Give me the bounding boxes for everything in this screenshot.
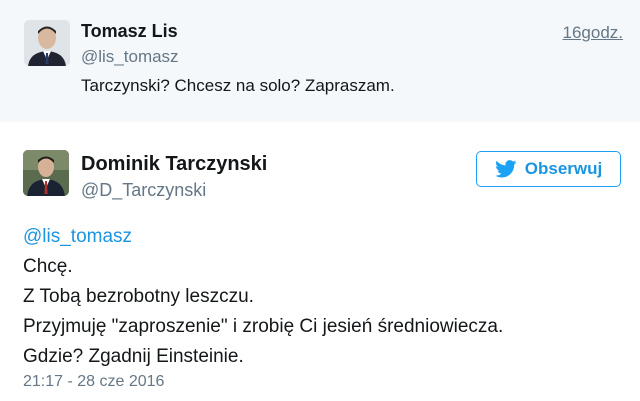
tweet-line: Przyjmuję "zaproszenie" i zrobię Ci jesi… [23, 316, 504, 337]
avatar[interactable] [23, 150, 69, 196]
follow-button-label: Obserwuj [524, 159, 603, 178]
avatar-dominik-tarczynski-image [23, 150, 69, 196]
author-name[interactable]: Dominik Tarczynski [81, 153, 267, 176]
mention-link[interactable]: @lis_tomasz [23, 222, 503, 252]
twitter-bird-icon [494, 160, 517, 178]
tweet-line: Gdzie? Zgadnij Einsteinie. [23, 346, 244, 367]
avatar-tomasz-lis-image [24, 20, 70, 66]
tweet-text: Tarczynski? Chcesz na solo? Zapraszam. [81, 76, 395, 95]
author-name[interactable]: Tomasz Lis [81, 21, 178, 42]
tweet-line: Chcę. [23, 256, 73, 277]
tweet-timestamp[interactable]: 21:17 - 28 cze 2016 [23, 373, 164, 391]
tweet-text: @lis_tomasz Chcę. Z Tobą bezrobotny lesz… [23, 222, 503, 372]
quoted-tweet[interactable]: Tomasz Lis @lis_tomasz 16godz. Tarczynsk… [0, 0, 640, 122]
author-handle[interactable]: @D_Tarczynski [81, 180, 206, 201]
tweet-line: Z Tobą bezrobotny leszczu. [23, 286, 254, 307]
tweet-time-link[interactable]: 16godz. [563, 23, 624, 43]
follow-button[interactable]: Obserwuj [476, 151, 621, 187]
author-handle[interactable]: @lis_tomasz [81, 47, 179, 67]
avatar[interactable] [24, 20, 70, 66]
